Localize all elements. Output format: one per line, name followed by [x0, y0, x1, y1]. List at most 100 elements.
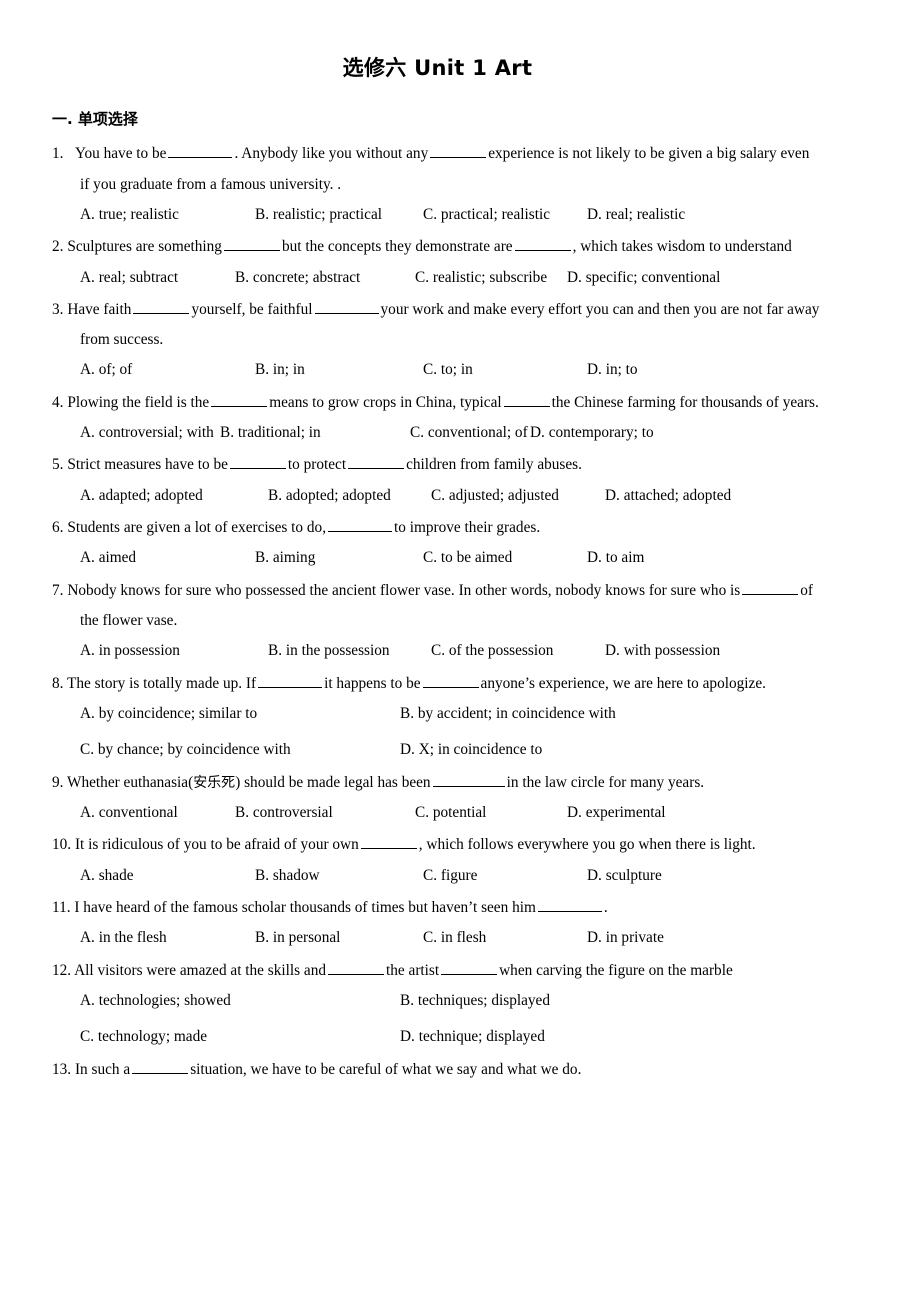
answer-blank[interactable] [211, 392, 268, 407]
question-number: 13. [52, 1060, 72, 1078]
option-c[interactable]: C. to; in [423, 362, 587, 378]
option-c[interactable]: C. in flesh [423, 930, 587, 946]
question-stem: 11. I have heard of the famous scholar t… [52, 883, 875, 915]
question-item: 4. Plowing the field is the means to grow… [0, 378, 920, 441]
option-a[interactable]: A. conventional [80, 805, 235, 821]
option-row: A. adapted; adopted B. adopted; adopted … [52, 473, 875, 503]
option-d[interactable]: D. in; to [587, 362, 638, 378]
question-text: Plowing the field is the [67, 393, 210, 411]
option-a[interactable]: A. in possession [80, 643, 268, 659]
option-d[interactable]: D. contemporary; to [530, 425, 654, 441]
answer-blank[interactable] [132, 1059, 189, 1074]
answer-blank[interactable] [223, 236, 280, 252]
question-number: 1. [52, 145, 64, 163]
option-b[interactable]: B. techniques; displayed [400, 993, 550, 1009]
answer-blank[interactable] [133, 299, 190, 314]
option-c[interactable]: C. adjusted; adjusted [431, 487, 605, 503]
option-a[interactable]: A. shade [80, 867, 255, 883]
question-number: 6. [52, 519, 64, 537]
option-d[interactable]: D. specific; conventional [567, 269, 720, 285]
option-b[interactable]: B. in personal [255, 930, 423, 946]
answer-blank[interactable] [432, 772, 505, 787]
option-b[interactable]: B. controversial [235, 805, 415, 821]
option-a[interactable]: A. by coincidence; similar to [80, 706, 400, 722]
option-d[interactable]: D. sculpture [587, 867, 662, 883]
option-row: A. technologies; showed B. techniques; d… [80, 993, 875, 1009]
option-a[interactable]: A. adapted; adopted [80, 487, 268, 503]
question-text: anyone’s experience, we are here to apol… [480, 674, 766, 692]
question-text: it happens to be [324, 674, 421, 692]
option-a[interactable]: A. of; of [80, 362, 255, 378]
option-c[interactable]: C. realistic; subscribe [415, 269, 567, 285]
question-text: in the law circle for many years. [506, 773, 705, 791]
answer-blank[interactable] [328, 517, 393, 533]
option-b[interactable]: B. in; in [255, 362, 423, 378]
option-a[interactable]: A. technologies; showed [80, 993, 400, 1009]
answer-blank[interactable] [537, 897, 602, 912]
option-row: A. real; subtract B. concrete; abstract … [52, 255, 875, 285]
option-c[interactable]: C. by chance; by coincidence with [80, 742, 400, 758]
answer-blank[interactable] [360, 834, 417, 850]
option-d[interactable]: D. to aim [587, 550, 644, 566]
answer-blank[interactable] [314, 299, 379, 314]
question-text: means to grow crops in China, typical [269, 393, 502, 411]
option-c[interactable]: C. to be aimed [423, 550, 587, 566]
option-a[interactable]: A. real; subtract [80, 269, 235, 285]
question-item: 8. The story is totally made up. If it ha… [0, 659, 920, 758]
option-a[interactable]: A. aimed [80, 550, 255, 566]
answer-blank[interactable] [514, 236, 571, 252]
option-c[interactable]: C. of the possession [431, 643, 605, 659]
answer-blank[interactable] [742, 580, 799, 595]
option-d[interactable]: D. attached; adopted [605, 487, 731, 503]
option-b[interactable]: B. traditional; in [220, 425, 410, 441]
question-text: In such a [74, 1060, 131, 1078]
option-b[interactable]: B. in the possession [268, 643, 431, 659]
answer-blank[interactable] [422, 673, 479, 688]
option-d[interactable]: D. with possession [605, 643, 720, 659]
answer-blank[interactable] [348, 454, 405, 470]
question-stem: 1. You have to be . Anybody like you with… [52, 129, 875, 161]
answer-blank[interactable] [503, 392, 550, 407]
question-stem: 5. Strict measures have to be to protect c… [52, 440, 875, 472]
option-row: A. in possession B. in the possession C.… [52, 628, 875, 659]
question-text: of [800, 581, 814, 599]
option-d[interactable]: D. X; in coincidence to [400, 742, 542, 758]
option-b[interactable]: B. aiming [255, 550, 423, 566]
option-d[interactable]: D. experimental [567, 805, 666, 821]
question-text: Have faith [67, 300, 132, 318]
option-d[interactable]: D. in private [587, 930, 664, 946]
question-item: 10. It is ridiculous of you to be afraid… [0, 820, 920, 883]
answer-blank[interactable] [168, 143, 233, 159]
question-item: 12. All visitors were amazed at the skil… [0, 946, 920, 1045]
option-row: A. true; realistic B. realistic; practic… [52, 192, 875, 223]
answer-blank[interactable] [229, 454, 286, 470]
option-b[interactable]: B. concrete; abstract [235, 269, 415, 285]
option-a[interactable]: A. true; realistic [80, 207, 255, 223]
option-d[interactable]: D. real; realistic [587, 207, 685, 223]
option-c[interactable]: C. conventional; of [410, 425, 530, 441]
option-c[interactable]: C. practical; realistic [423, 207, 587, 223]
option-b[interactable]: B. shadow [255, 867, 423, 883]
answer-blank[interactable] [328, 960, 385, 975]
question-number: 2. [52, 238, 64, 256]
option-b[interactable]: B. adopted; adopted [268, 487, 431, 503]
question-text: , which follows everywhere you go when t… [418, 836, 756, 854]
answer-blank[interactable] [430, 143, 487, 159]
option-a[interactable]: A. controversial; with [80, 425, 220, 441]
question-text: the Chinese farming for thousands of yea… [551, 393, 819, 411]
option-b[interactable]: B. by accident; in coincidence with [400, 706, 616, 722]
question-text: Sculptures are something [67, 238, 222, 256]
question-text: Whether euthanasia( [67, 773, 194, 791]
option-a[interactable]: A. in the flesh [80, 930, 255, 946]
question-text: Strict measures have to be [67, 456, 228, 474]
option-d[interactable]: D. technique; displayed [400, 1029, 545, 1045]
answer-blank[interactable] [258, 673, 323, 688]
question-text-cjk: 安乐死 [193, 774, 236, 791]
question-text: when carving the figure on the marble [499, 961, 733, 979]
question-number: 9. [52, 773, 64, 791]
option-b[interactable]: B. realistic; practical [255, 207, 423, 223]
option-c[interactable]: C. technology; made [80, 1029, 400, 1045]
answer-blank[interactable] [441, 960, 498, 975]
option-c[interactable]: C. potential [415, 805, 567, 821]
option-c[interactable]: C. figure [423, 867, 587, 883]
